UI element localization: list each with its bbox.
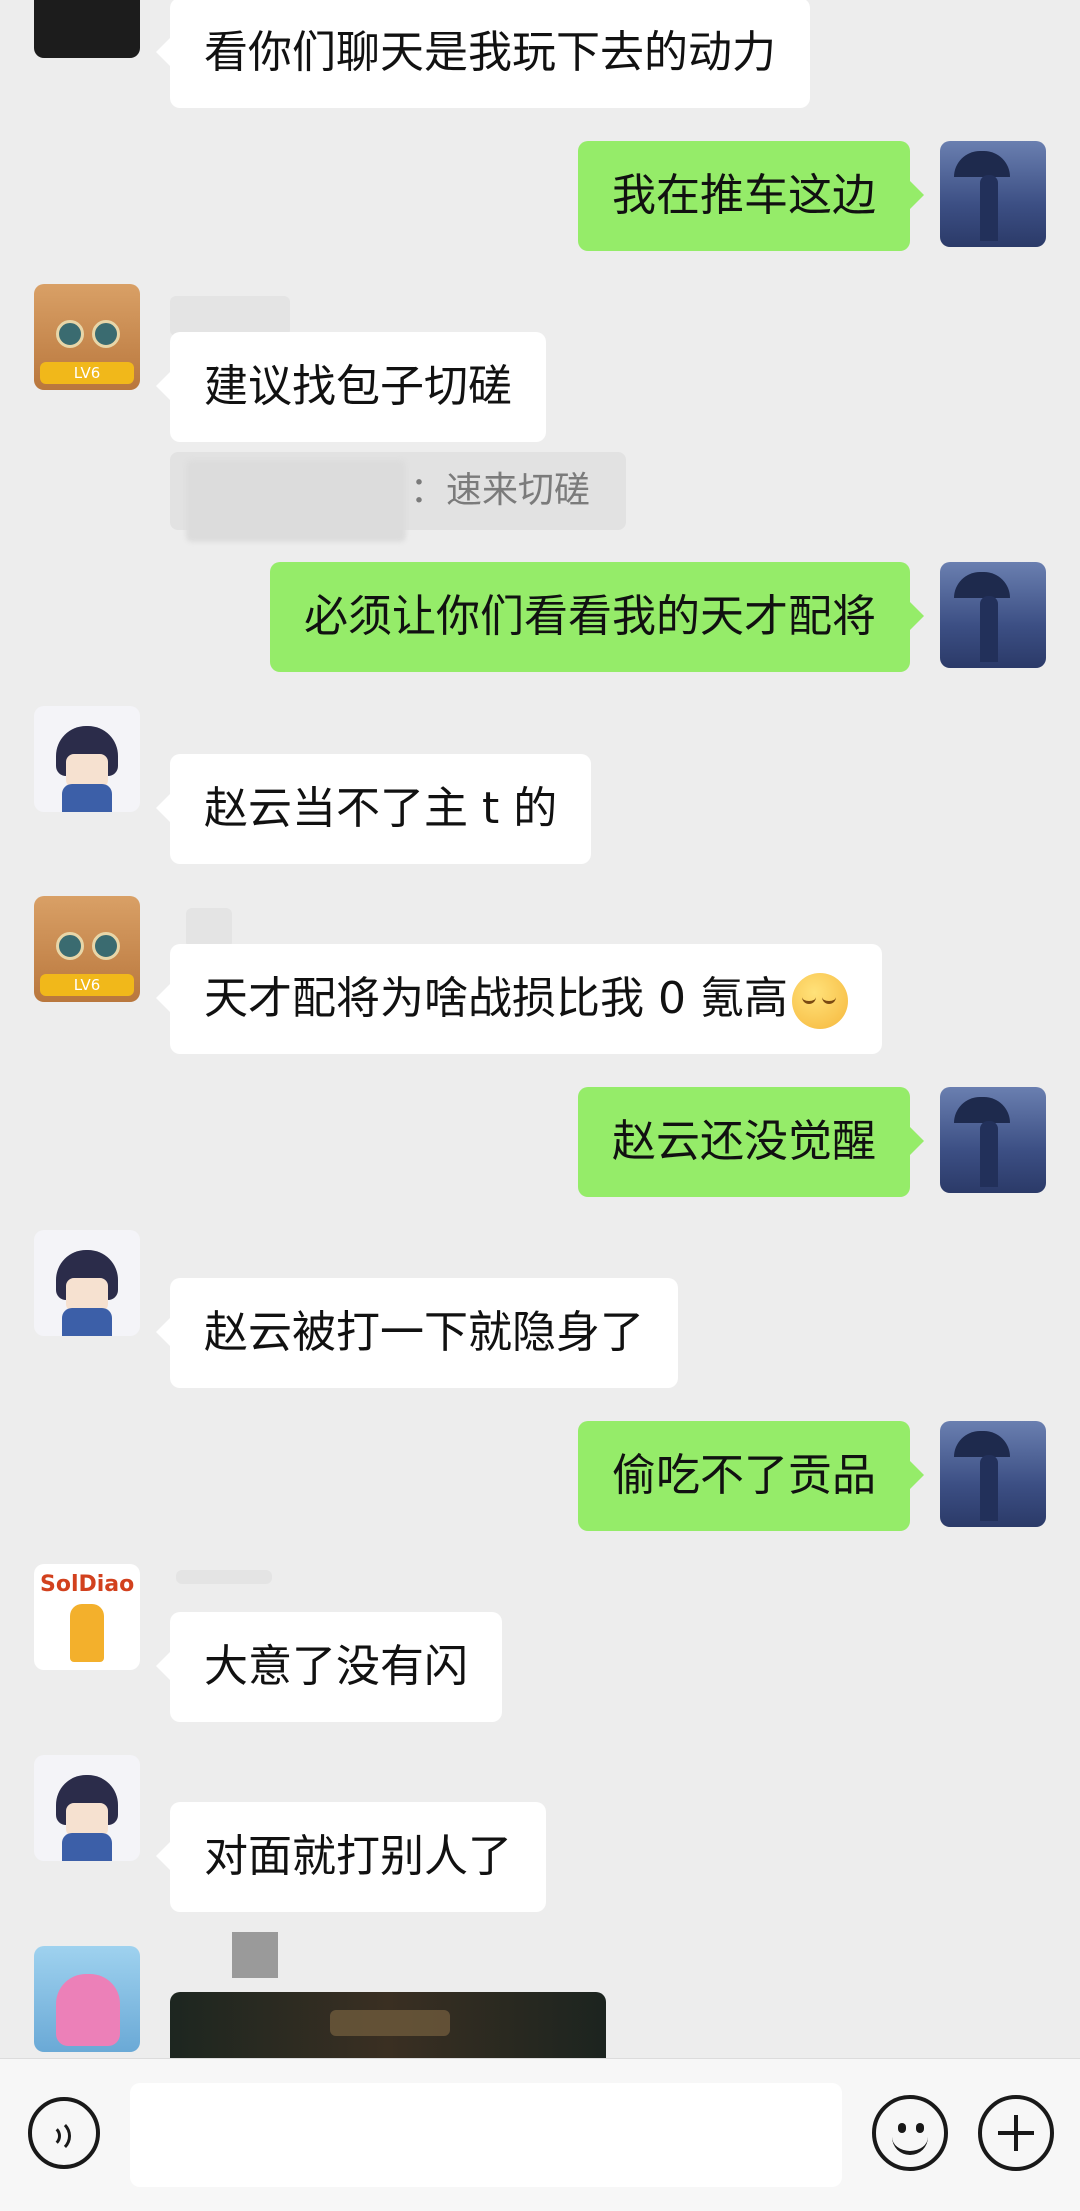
chat-area[interactable]: 看你们聊天是我玩下去的动力 我在推车这边 LV6 建议找包子切磋 ：速来切磋 必… bbox=[0, 0, 1080, 2058]
plus-icon[interactable] bbox=[978, 2095, 1054, 2171]
avatar[interactable] bbox=[34, 1946, 140, 2052]
quoted-text: ：速来切磋 bbox=[410, 470, 591, 511]
message-bubble[interactable]: 天才配将为啥战损比我 0 氪高 bbox=[156, 944, 882, 1054]
avatar[interactable]: SolDiao bbox=[34, 1564, 140, 1670]
level-badge: LV6 bbox=[40, 362, 134, 384]
message-bubble[interactable]: 赵云当不了主 t 的 bbox=[155, 754, 592, 864]
message-bubble[interactable]: 建议找包子切磋 bbox=[156, 332, 546, 442]
message-bubble[interactable]: 赵云被打一下就隐身了 bbox=[156, 1278, 678, 1388]
avatar[interactable]: LV6 bbox=[34, 896, 140, 1002]
message-bubble[interactable]: 看你们聊天是我玩下去的动力 bbox=[156, 0, 810, 108]
sender-name bbox=[170, 296, 290, 336]
message-bubble[interactable]: 必须让你们看看我的天才配将 bbox=[270, 562, 924, 672]
avatar[interactable] bbox=[940, 141, 1046, 247]
message-bubble[interactable]: 大意了没有闪 bbox=[156, 1612, 502, 1722]
quoted-sender-blur bbox=[186, 460, 406, 542]
avatar[interactable] bbox=[34, 706, 140, 812]
message-bubble[interactable]: 我在推车这边 bbox=[578, 141, 924, 251]
message-bubble[interactable]: 偷吃不了贡品 bbox=[578, 1421, 924, 1531]
message-input[interactable] bbox=[130, 2083, 842, 2187]
message-bubble[interactable]: 对面就打别人了 bbox=[156, 1802, 546, 1912]
avatar[interactable] bbox=[940, 1421, 1046, 1527]
avatar[interactable] bbox=[34, 0, 140, 58]
avatar-logo-text: SolDiao bbox=[40, 1572, 135, 1597]
message-bubble[interactable]: 赵云还没觉醒 bbox=[578, 1087, 924, 1197]
avatar[interactable] bbox=[34, 1230, 140, 1336]
sender-name bbox=[176, 1570, 272, 1584]
message-text: 天才配将为啥战损比我 0 氪高 bbox=[204, 973, 788, 1024]
avatar[interactable] bbox=[940, 562, 1046, 668]
avatar[interactable] bbox=[34, 1755, 140, 1861]
level-badge: LV6 bbox=[40, 974, 134, 996]
sender-name bbox=[186, 908, 232, 948]
smirk-emoji-icon bbox=[791, 973, 848, 1029]
quoted-message[interactable]: ：速来切磋 bbox=[170, 452, 626, 542]
voice-icon[interactable] bbox=[28, 2097, 100, 2169]
image-message[interactable] bbox=[170, 1992, 606, 2058]
avatar[interactable] bbox=[940, 1087, 1046, 1193]
emoji-icon[interactable] bbox=[872, 2095, 948, 2171]
input-bar bbox=[0, 2058, 1080, 2211]
sender-name bbox=[232, 1932, 278, 1978]
avatar[interactable]: LV6 bbox=[34, 284, 140, 390]
